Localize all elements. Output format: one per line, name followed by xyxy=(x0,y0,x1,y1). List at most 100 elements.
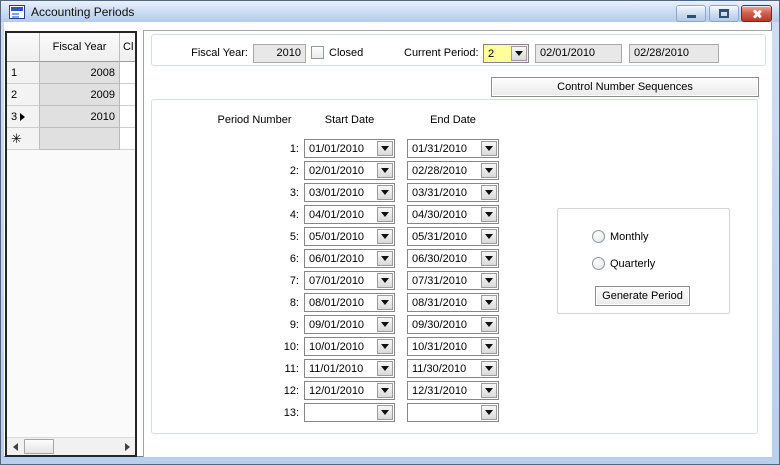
dropdown-arrow-icon xyxy=(381,168,389,173)
grid-corner-cell[interactable] xyxy=(7,33,40,62)
start-date-dropdown-button[interactable] xyxy=(377,405,393,420)
end-date-dropdown-button[interactable] xyxy=(481,361,497,376)
scroll-left-button[interactable] xyxy=(7,439,23,455)
quarterly-radio[interactable] xyxy=(592,257,605,270)
end-date-dropdown-button[interactable] xyxy=(481,141,497,156)
start-date-combo[interactable]: 12/01/2010 xyxy=(304,381,395,400)
end-date-dropdown-button[interactable] xyxy=(481,207,497,222)
titlebar[interactable]: Accounting Periods xyxy=(1,1,779,22)
closed-cell[interactable] xyxy=(120,128,135,150)
end-date-combo[interactable]: 06/30/2010 xyxy=(407,249,499,268)
end-date-combo[interactable]: 02/28/2010 xyxy=(407,161,499,180)
scroll-left-icon xyxy=(13,443,18,451)
start-date-dropdown-button[interactable] xyxy=(377,251,393,266)
scrollbar-thumb[interactable] xyxy=(24,439,54,454)
end-date-combo[interactable]: 01/31/2010 xyxy=(407,139,499,158)
start-date-combo[interactable]: 03/01/2010 xyxy=(304,183,395,202)
end-date-combo[interactable] xyxy=(407,403,499,422)
scroll-right-button[interactable] xyxy=(119,439,135,455)
accounting-periods-window: Accounting Periods Fiscal Year Cl 120082… xyxy=(0,0,780,465)
end-date-dropdown-button[interactable] xyxy=(481,273,497,288)
end-date-dropdown-button[interactable] xyxy=(481,185,497,200)
start-date-dropdown-button[interactable] xyxy=(377,207,393,222)
end-date-combo[interactable]: 10/31/2010 xyxy=(407,337,499,356)
monthly-radio[interactable] xyxy=(592,230,605,243)
end-date-combo[interactable]: 05/31/2010 xyxy=(407,227,499,246)
fiscal-year-cell[interactable]: 2009 xyxy=(40,84,120,106)
start-date-combo[interactable]: 09/01/2010 xyxy=(304,315,395,334)
row-header[interactable]: 1 xyxy=(7,62,40,84)
closed-cell[interactable] xyxy=(120,106,135,128)
minimize-button[interactable] xyxy=(676,5,706,22)
closed-cell[interactable] xyxy=(120,84,135,106)
current-period-combo[interactable]: 2 xyxy=(483,44,529,63)
end-date-combo[interactable]: 09/30/2010 xyxy=(407,315,499,334)
end-date-combo[interactable]: 04/30/2010 xyxy=(407,205,499,224)
closed-checkbox[interactable] xyxy=(311,46,324,59)
dropdown-arrow-icon xyxy=(381,146,389,151)
start-date-combo[interactable] xyxy=(304,403,395,422)
period-number-label: 7: xyxy=(229,275,299,287)
closed-cell[interactable] xyxy=(120,62,135,84)
current-period-label: Current Period: xyxy=(404,47,479,59)
end-date-dropdown-button[interactable] xyxy=(481,383,497,398)
start-date-combo[interactable]: 01/01/2010 xyxy=(304,139,395,158)
start-date-combo[interactable]: 05/01/2010 xyxy=(304,227,395,246)
end-date-dropdown-button[interactable] xyxy=(481,295,497,310)
generate-panel: Monthly Quarterly Generate Period xyxy=(557,208,730,314)
start-date-combo[interactable]: 08/01/2010 xyxy=(304,293,395,312)
end-date-combo[interactable]: 11/30/2010 xyxy=(407,359,499,378)
start-date-combo[interactable]: 11/01/2010 xyxy=(304,359,395,378)
fiscal-year-cell[interactable] xyxy=(40,128,120,150)
start-date-dropdown-button[interactable] xyxy=(377,273,393,288)
end-date-combo[interactable]: 07/31/2010 xyxy=(407,271,499,290)
control-number-sequences-button[interactable]: Control Number Sequences xyxy=(491,77,759,97)
start-date-dropdown-button[interactable] xyxy=(377,361,393,376)
fiscal-year-field: 2010 xyxy=(253,44,306,63)
row-header[interactable]: 3 xyxy=(7,106,40,128)
start-date-combo[interactable]: 10/01/2010 xyxy=(304,337,395,356)
row-header[interactable]: 2 xyxy=(7,84,40,106)
start-date-dropdown-button[interactable] xyxy=(377,295,393,310)
period-number-label: 5: xyxy=(229,231,299,243)
dropdown-arrow-icon xyxy=(485,234,493,239)
start-date-dropdown-button[interactable] xyxy=(377,185,393,200)
start-date-value: 11/01/2010 xyxy=(309,363,363,375)
start-date-value: 12/01/2010 xyxy=(309,385,364,397)
generate-period-button[interactable]: Generate Period xyxy=(595,286,690,306)
end-date-dropdown-button[interactable] xyxy=(481,405,497,420)
grid-horizontal-scrollbar[interactable] xyxy=(7,437,135,455)
start-date-dropdown-button[interactable] xyxy=(377,317,393,332)
start-date-dropdown-button[interactable] xyxy=(377,383,393,398)
end-date-combo[interactable]: 12/31/2010 xyxy=(407,381,499,400)
end-date-dropdown-button[interactable] xyxy=(481,317,497,332)
end-date-dropdown-button[interactable] xyxy=(481,339,497,354)
start-date-combo[interactable]: 02/01/2010 xyxy=(304,161,395,180)
fiscal-year-cell[interactable]: 2008 xyxy=(40,62,120,84)
current-period-dropdown-button[interactable] xyxy=(511,46,527,61)
start-date-dropdown-button[interactable] xyxy=(377,339,393,354)
maximize-button[interactable] xyxy=(709,5,739,22)
fiscal-year-cell[interactable]: 2010 xyxy=(40,106,120,128)
start-date-value: 03/01/2010 xyxy=(309,187,364,199)
start-date-combo[interactable]: 04/01/2010 xyxy=(304,205,395,224)
close-button[interactable] xyxy=(741,5,772,22)
grid-row: 22009 xyxy=(7,84,135,106)
start-date-combo[interactable]: 06/01/2010 xyxy=(304,249,395,268)
dropdown-arrow-icon xyxy=(381,366,389,371)
dropdown-arrow-icon xyxy=(515,51,523,56)
start-date-combo[interactable]: 07/01/2010 xyxy=(304,271,395,290)
fiscal-year-column-header[interactable]: Fiscal Year xyxy=(40,33,120,62)
form-icon xyxy=(9,5,25,19)
closed-column-header[interactable]: Cl xyxy=(120,33,135,62)
end-date-dropdown-button[interactable] xyxy=(481,229,497,244)
end-date-combo[interactable]: 03/31/2010 xyxy=(407,183,499,202)
start-date-dropdown-button[interactable] xyxy=(377,141,393,156)
start-date-dropdown-button[interactable] xyxy=(377,163,393,178)
end-date-combo[interactable]: 08/31/2010 xyxy=(407,293,499,312)
start-date-value: 10/01/2010 xyxy=(309,341,364,353)
end-date-dropdown-button[interactable] xyxy=(481,163,497,178)
row-header[interactable]: ✳ xyxy=(7,128,40,150)
start-date-dropdown-button[interactable] xyxy=(377,229,393,244)
end-date-dropdown-button[interactable] xyxy=(481,251,497,266)
